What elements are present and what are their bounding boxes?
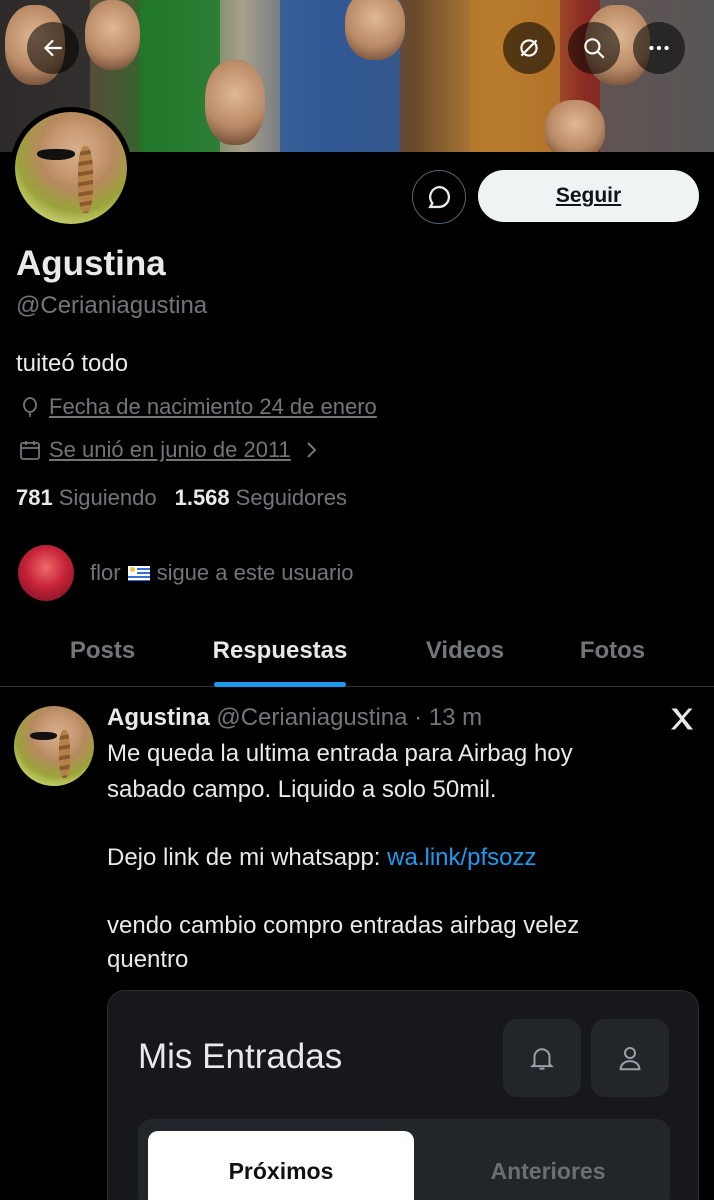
followed-by-text: sigue a este usuario xyxy=(156,560,354,585)
tweet-line: vendo cambio compro entradas airbag vele… xyxy=(107,912,580,939)
profile-bio: tuiteó todo xyxy=(16,350,129,377)
birthday-row: Fecha de nacimiento 24 de enero xyxy=(18,394,377,420)
followed-by-row[interactable]: flor sigue a este usuario xyxy=(18,545,353,601)
more-icon xyxy=(649,45,669,51)
profile-handle: @Cerianiagustina xyxy=(16,292,208,319)
profile-tabs: Posts Respuestas Videos Fotos xyxy=(0,615,714,687)
media-title: Mis Entradas xyxy=(138,1037,343,1076)
x-logo-icon xyxy=(670,708,694,730)
profile-name: Agustina xyxy=(16,244,166,283)
tweet-line: sabado campo. Liquido a solo 50mil. xyxy=(107,776,497,803)
balloon-icon xyxy=(23,397,37,417)
calendar-icon xyxy=(20,441,40,460)
tweet-line: quentro xyxy=(107,946,189,973)
tweet-line: Dejo link de mi whatsapp: wa.link/pfsozz xyxy=(107,844,537,871)
tab-videos[interactable]: Videos xyxy=(355,615,575,687)
active-tab-indicator xyxy=(214,682,346,687)
tweet-line: Me queda la ultima entrada para Airbag h… xyxy=(107,740,573,767)
tab-respuestas[interactable]: Respuestas xyxy=(205,615,355,687)
follower-name: flor xyxy=(90,560,121,585)
tab-posts[interactable]: Posts xyxy=(0,615,205,687)
search-button[interactable] xyxy=(568,22,620,74)
tab-anteriores: Anteriores xyxy=(490,1157,606,1184)
joined-row[interactable]: Se unió en junio de 2011 xyxy=(18,437,330,463)
joined-text: Se unió en junio de 2011 xyxy=(49,437,291,462)
tickets-segmented-control: Próximos Anteriores xyxy=(138,1119,670,1200)
birthday-text: Fecha de nacimiento 24 de enero xyxy=(49,394,377,419)
bell-icon xyxy=(530,1048,554,1070)
notifications-button xyxy=(503,1019,581,1097)
user-button xyxy=(591,1019,669,1097)
tweet-author[interactable]: Agustina xyxy=(107,704,210,731)
follow-button[interactable]: Seguir xyxy=(478,170,699,222)
uruguay-flag-icon xyxy=(127,565,150,581)
follower-avatar xyxy=(18,545,74,601)
profile-avatar[interactable] xyxy=(10,107,132,229)
message-button[interactable] xyxy=(412,170,466,224)
back-arrow-icon xyxy=(43,39,62,57)
tweet-media[interactable]: Mis Entradas Próximos Anteriores xyxy=(107,990,699,1200)
tab-proximos: Próximos xyxy=(148,1131,414,1200)
user-icon xyxy=(619,1047,641,1071)
grok-button[interactable] xyxy=(503,22,555,74)
follow-stats: 781 Siguiendo 1.568 Seguidores xyxy=(16,485,347,511)
whatsapp-link[interactable]: wa.link/pfsozz xyxy=(387,844,536,871)
tweet-time[interactable]: · 13 m xyxy=(414,704,482,731)
chevron-right-icon xyxy=(307,442,317,458)
more-button[interactable] xyxy=(633,22,685,74)
back-button[interactable] xyxy=(27,22,79,74)
tweet-handle[interactable]: @Cerianiagustina xyxy=(216,704,407,731)
tab-fotos[interactable]: Fotos xyxy=(575,615,650,687)
followers-link[interactable]: 1.568 Seguidores xyxy=(175,485,347,511)
message-icon xyxy=(428,185,451,209)
following-link[interactable]: 781 Siguiendo xyxy=(16,485,157,511)
tweet-header: Agustina @Cerianiagustina · 13 m xyxy=(107,704,482,732)
search-icon xyxy=(584,38,605,59)
grok-icon xyxy=(520,39,538,57)
tweet-avatar[interactable] xyxy=(14,706,94,786)
